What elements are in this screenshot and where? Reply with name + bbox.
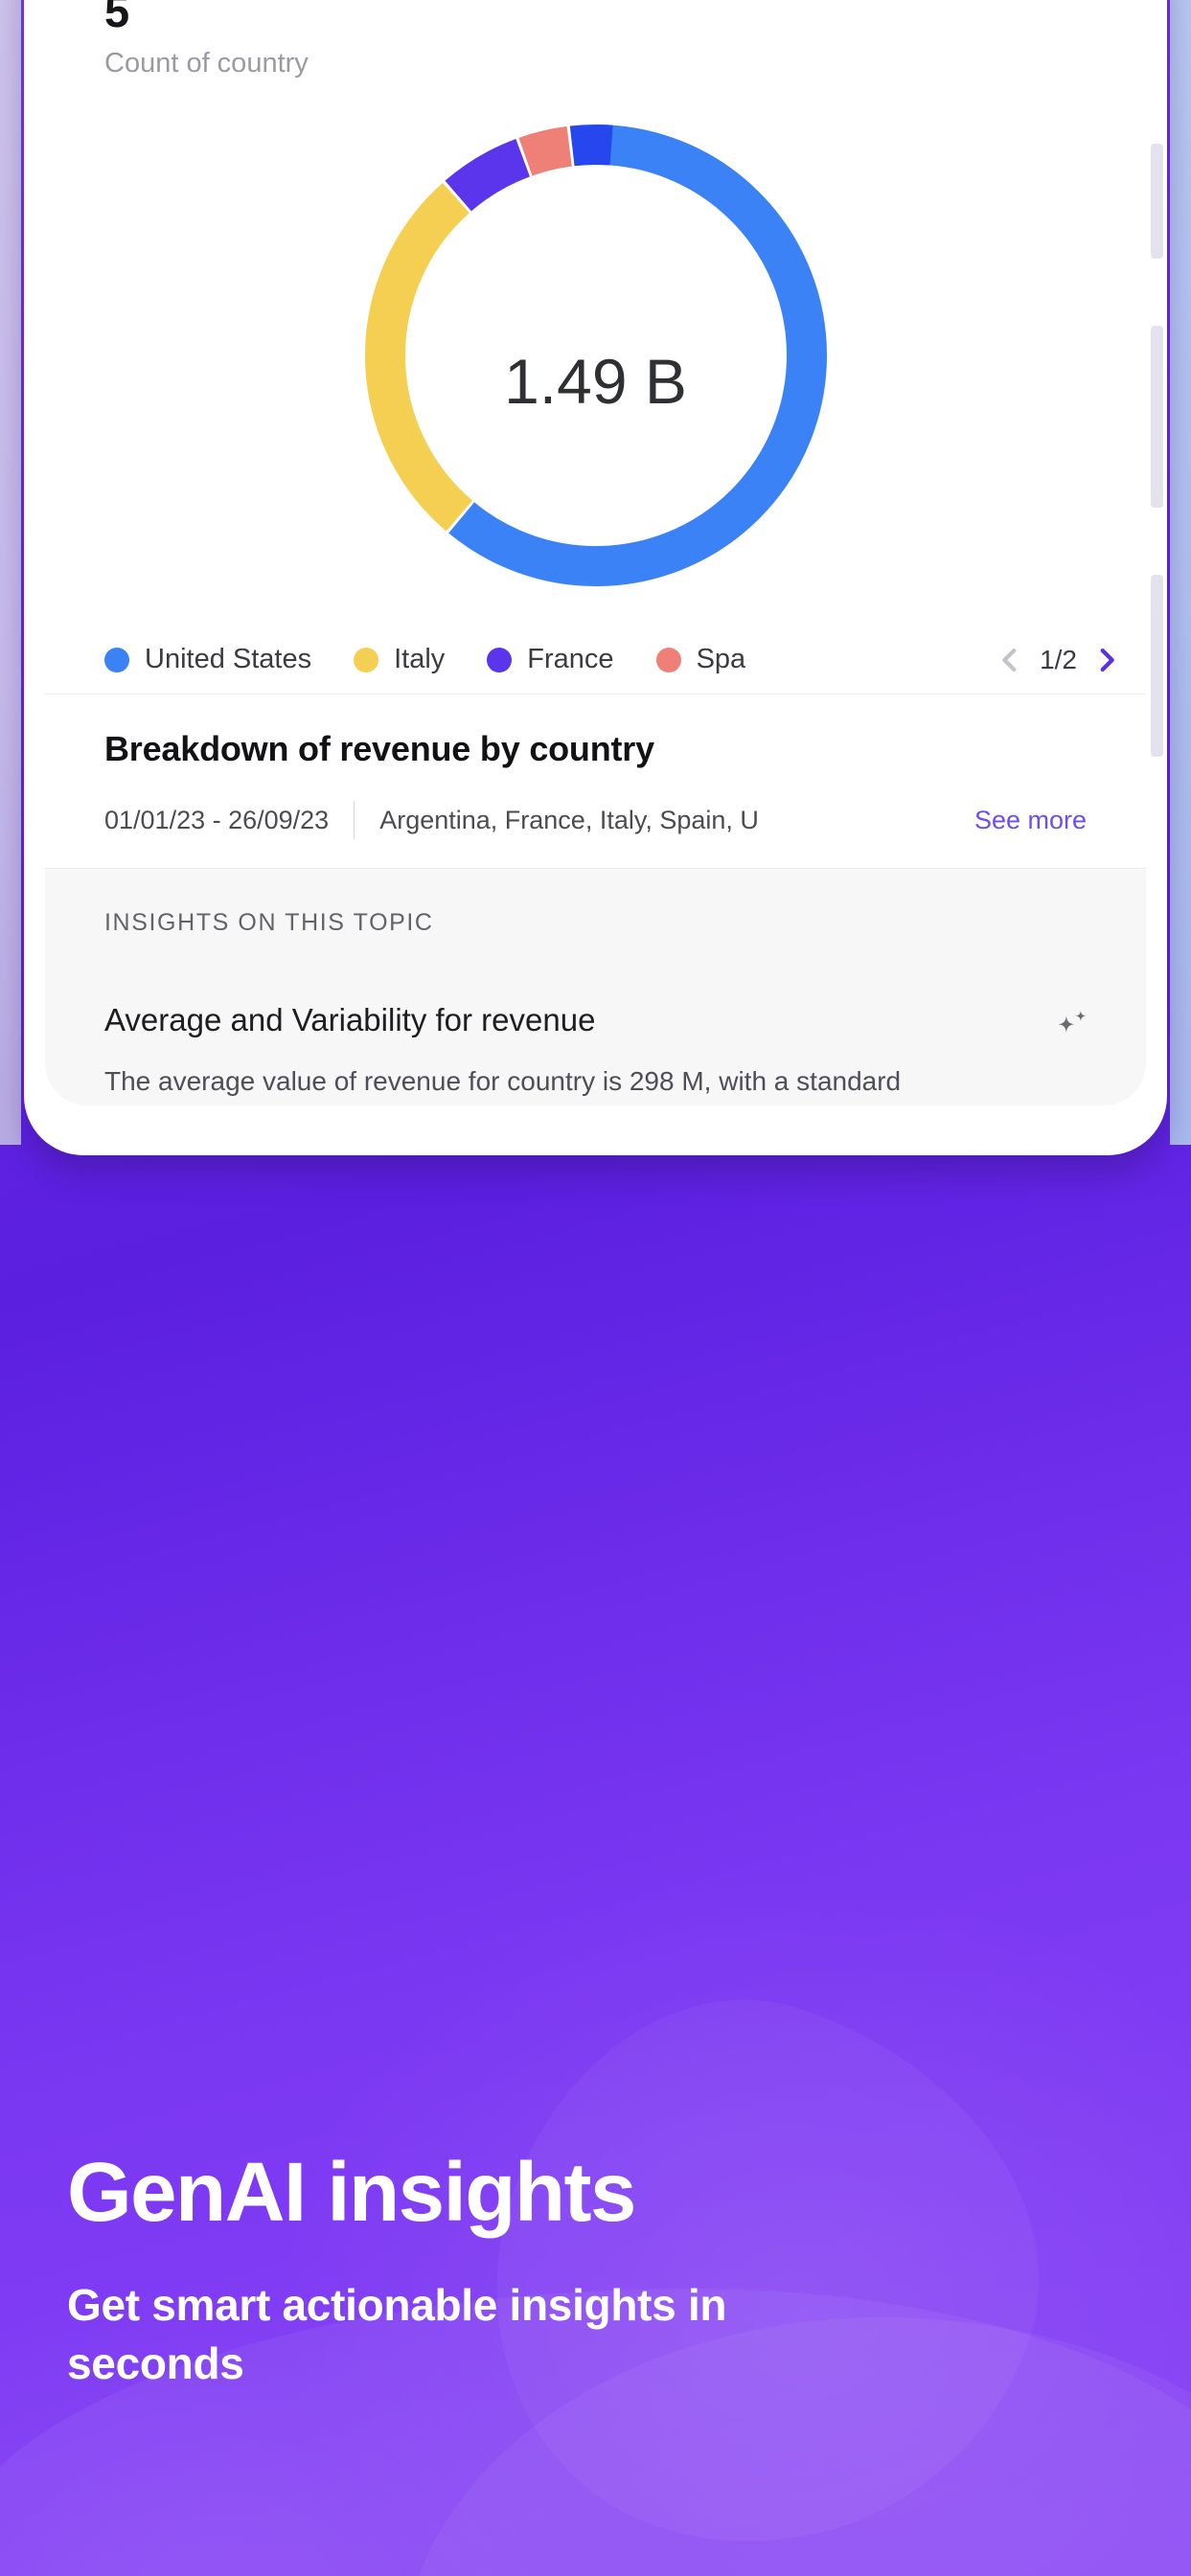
phone-mockup: 5 Count of country 1.49 B United States … xyxy=(24,0,1167,1155)
chevron-right-icon[interactable] xyxy=(1090,644,1123,676)
dimension-values-label: Argentina, France, Italy, Spain, U xyxy=(379,805,759,834)
legend-label: Italy xyxy=(394,644,446,674)
phone-side-button xyxy=(1151,575,1163,757)
chart-legend: United States Italy France Spa 1/2 xyxy=(45,626,1146,695)
page-edge-left xyxy=(0,0,21,1145)
legend-item-france[interactable]: France xyxy=(487,644,614,675)
chart-title-block: Breakdown of revenue by country 01/01/23… xyxy=(45,695,1146,869)
promo-subheadline: Get smart actionable insights in seconds xyxy=(67,2280,727,2388)
chart-title: Breakdown of revenue by country xyxy=(104,729,654,768)
phone-side-button xyxy=(1151,326,1163,508)
donut-center-value: 1.49 B xyxy=(504,346,687,417)
insight-title: Average and Variability for revenue xyxy=(104,1002,596,1037)
legend-color-dot xyxy=(655,647,681,672)
promo-headline: GenAI insights xyxy=(67,2146,636,2239)
meta-divider xyxy=(354,801,355,839)
phone-side-button xyxy=(1151,144,1163,259)
chevron-left-icon[interactable] xyxy=(994,644,1026,676)
donut-chart[interactable]: 1.49 B xyxy=(45,80,1146,626)
legend-items: United States Italy France Spa xyxy=(104,644,994,675)
insights-section-heading: INSIGHTS ON THIS TOPIC xyxy=(104,909,434,936)
phone-screen: 5 Count of country 1.49 B United States … xyxy=(45,0,1146,1106)
legend-page-indicator: 1/2 xyxy=(1040,644,1077,674)
legend-color-dot xyxy=(487,647,513,672)
legend-pagination: 1/2 xyxy=(994,644,1123,676)
legend-label: France xyxy=(527,644,614,674)
kpi-value: 5 xyxy=(104,0,129,36)
insight-card-panel: 5 Count of country 1.49 B United States … xyxy=(45,0,1146,1106)
legend-color-dot xyxy=(104,647,129,672)
kpi-label: Count of country xyxy=(104,48,309,79)
legend-label: Spa xyxy=(696,644,746,674)
see-more-link[interactable]: See more xyxy=(974,806,1087,835)
legend-label: United States xyxy=(145,644,312,674)
insights-section: INSIGHTS ON THIS TOPIC Average and Varia… xyxy=(45,869,1146,1106)
insight-body: The average value of revenue for country… xyxy=(104,1066,902,1106)
legend-item-spain[interactable]: Spa xyxy=(655,644,746,675)
legend-item-italy[interactable]: Italy xyxy=(354,644,445,675)
sparkle-icon xyxy=(1050,1006,1092,1048)
legend-color-dot xyxy=(354,647,379,672)
promo-block: GenAI insights Get smart actionable insi… xyxy=(67,2151,1124,2392)
chart-meta-row: 01/01/23 - 26/09/23 Argentina, France, I… xyxy=(104,801,1087,839)
legend-item-united-states[interactable]: United States xyxy=(104,644,311,675)
date-range-label: 01/01/23 - 26/09/23 xyxy=(104,805,330,834)
page-edge-right xyxy=(1170,0,1191,1145)
kpi-block: 5 Count of country xyxy=(45,0,1146,80)
insight-item-average-variability[interactable]: Average and Variability for revenue The … xyxy=(45,981,1146,1106)
